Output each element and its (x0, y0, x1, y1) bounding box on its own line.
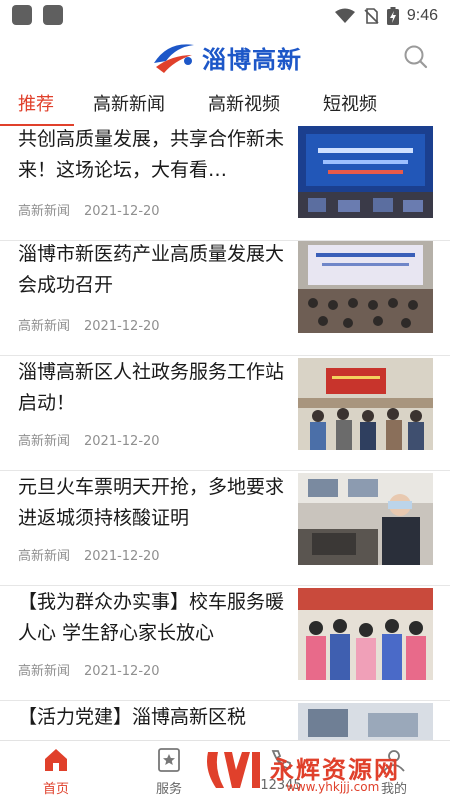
tab-hitech-video[interactable]: 高新视频 (208, 90, 280, 116)
tab-recommend[interactable]: 推荐 (18, 90, 54, 116)
news-meta: 高新新闻 2021-12-20 (18, 430, 160, 449)
news-thumbnail (298, 241, 433, 333)
app-header: 淄博高新 (0, 32, 450, 82)
news-thumbnail (298, 588, 433, 680)
nav-home-label: 首页 (42, 782, 69, 797)
news-date: 2021-12-20 (84, 664, 160, 679)
status-time: 9:46 (406, 7, 438, 24)
news-source: 高新新闻 (18, 319, 71, 334)
news-thumbnail (298, 126, 433, 218)
news-meta: 高新新闻 2021-12-20 (18, 315, 160, 334)
news-date: 2021-12-20 (84, 319, 160, 334)
news-item[interactable]: 淄博市新医药产业高质量发展大会成功召开 高新新闻 2021-12-20 (0, 241, 450, 356)
news-thumbnail (298, 473, 433, 565)
nav-home[interactable]: 首页 (11, 741, 101, 799)
news-title: 元旦火车票明天开抢，多地要求进返城须持核酸证明 (18, 476, 285, 529)
tab-hitech-news[interactable]: 高新新闻 (93, 90, 165, 116)
search-button[interactable] (402, 43, 430, 71)
app-notification-icon (43, 5, 63, 25)
status-bar: 9:46 (0, 0, 450, 32)
news-thumbnail (298, 358, 433, 450)
category-tabs: 推荐 高新新闻 高新视频 短视频 (0, 84, 450, 126)
news-title: 共创高质量发展，共享合作新未来！这场论坛，大有看… (18, 128, 285, 181)
news-source: 高新新闻 (18, 204, 71, 219)
news-title: 【我为群众办实事】校车服务暖人心 学生舒心家长放心 (18, 591, 285, 644)
news-title: 【活力党建】淄博高新区税 (18, 706, 247, 728)
service-star-icon (158, 748, 180, 772)
watermark-logo-icon (207, 752, 260, 788)
battery-charging-icon (386, 7, 399, 25)
app-logo: 淄博高新 (150, 35, 302, 79)
news-date: 2021-12-20 (84, 549, 160, 564)
watermark-url: www.yhkjjj.com (286, 780, 380, 794)
wifi-icon (334, 8, 355, 23)
news-meta: 高新新闻 2021-12-20 (18, 200, 160, 219)
news-source: 高新新闻 (18, 664, 71, 679)
home-icon (45, 749, 67, 771)
news-title: 淄博高新区人社政务服务工作站启动！ (18, 361, 285, 414)
news-date: 2021-12-20 (84, 434, 160, 449)
news-source: 高新新闻 (18, 549, 71, 564)
watermark: 永辉资源网 www.yhkjjj.com (200, 748, 450, 796)
logo-text: 淄博高新 (202, 45, 302, 74)
news-item[interactable]: 【我为群众办实事】校车服务暖人心 学生舒心家长放心 高新新闻 2021-12-20 (0, 586, 450, 701)
news-meta: 高新新闻 2021-12-20 (18, 545, 160, 564)
news-title: 淄博市新医药产业高质量发展大会成功召开 (18, 243, 285, 296)
search-icon (404, 45, 428, 69)
news-meta: 高新新闻 2021-12-20 (18, 660, 160, 679)
news-date: 2021-12-20 (84, 204, 160, 219)
news-source: 高新新闻 (18, 434, 71, 449)
news-item[interactable]: 【活力党建】淄博高新区税 (0, 701, 450, 740)
tab-short-video[interactable]: 短视频 (323, 90, 377, 116)
news-thumbnail (298, 703, 433, 740)
app-notification-icon (12, 5, 32, 25)
news-item[interactable]: 淄博高新区人社政务服务工作站启动！ 高新新闻 2021-12-20 (0, 356, 450, 471)
news-item[interactable]: 共创高质量发展，共享合作新未来！这场论坛，大有看… 高新新闻 2021-12-20 (0, 126, 450, 241)
no-sim-icon (364, 8, 379, 24)
logo-swoosh-icon (154, 44, 194, 73)
news-item[interactable]: 元旦火车票明天开抢，多地要求进返城须持核酸证明 高新新闻 2021-12-20 (0, 471, 450, 586)
